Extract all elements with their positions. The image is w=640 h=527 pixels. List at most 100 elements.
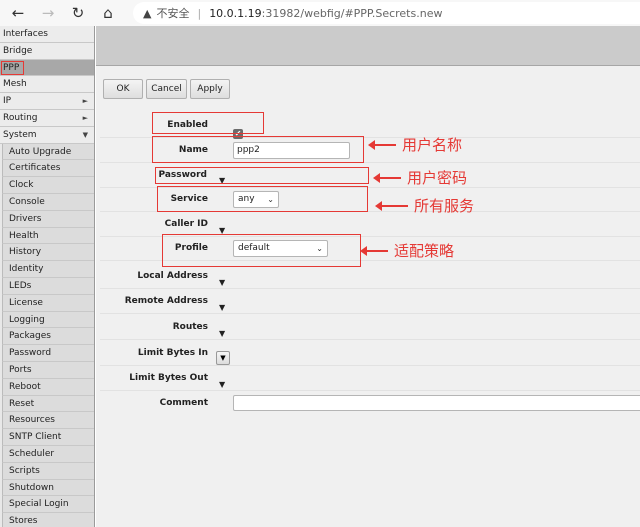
form-toolbar: OK Cancel Apply — [103, 79, 230, 99]
password-toggle-icon[interactable]: ▼ — [219, 176, 225, 185]
caller-id-row: Caller ID ▼ — [100, 212, 640, 237]
insecure-label: 不安全 — [156, 7, 190, 20]
red-arrow-icon — [368, 139, 396, 150]
caller-id-label: Caller ID — [164, 219, 208, 229]
routes-toggle-icon[interactable]: ▼ — [219, 329, 225, 338]
sidebar-item-interfaces[interactable]: Interfaces — [0, 26, 94, 43]
limit-bytes-out-toggle-icon[interactable]: ▼ — [219, 380, 225, 389]
sidebar-subitem-console[interactable]: Console — [2, 193, 94, 211]
forward-button[interactable]: → — [33, 0, 63, 26]
sidebar-menu: Interfaces Bridge PPP Mesh IP ► Routing ► … — [0, 26, 95, 527]
comment-label: Comment — [159, 398, 208, 408]
expand-arrow-icon: ► — [82, 97, 88, 106]
sidebar-subitem-ports[interactable]: Ports — [2, 361, 94, 379]
local-address-toggle-icon[interactable]: ▼ — [219, 278, 225, 287]
profile-label: Profile — [174, 243, 208, 253]
expand-arrow-icon: ► — [82, 113, 88, 122]
service-select[interactable]: any ⌄ — [233, 191, 279, 208]
home-button[interactable]: ⌂ — [93, 0, 123, 26]
comment-input[interactable] — [233, 395, 640, 411]
main-panel: OK Cancel Apply Enabled ✔ Name ppp2 Pass… — [96, 26, 640, 527]
url-path: :31982/webfig/#PPP.Secrets.new — [261, 6, 443, 20]
sidebar-subitem-packages[interactable]: Packages — [2, 328, 94, 346]
routes-row: Routes ▼ — [100, 315, 640, 340]
ok-button[interactable]: OK — [103, 79, 143, 99]
url-host: 10.0.1.19 — [209, 6, 262, 20]
sidebar-item-mesh[interactable]: Mesh — [0, 76, 94, 94]
sidebar-item-bridge[interactable]: Bridge — [0, 42, 94, 60]
cancel-button[interactable]: Cancel — [146, 79, 187, 99]
comment-row: Comment — [100, 391, 640, 416]
sidebar-subitem-shutdown[interactable]: Shutdown — [2, 479, 94, 497]
ppp-highlight-box: PPP — [1, 60, 25, 75]
apply-button[interactable]: Apply — [190, 79, 230, 99]
sidebar-subitem-license[interactable]: License — [2, 294, 94, 312]
limit-bytes-in-label: Limit Bytes In — [137, 348, 208, 358]
sidebar-item-system[interactable]: System ▼ — [0, 126, 94, 144]
sidebar-subitem-scheduler[interactable]: Scheduler — [2, 445, 94, 463]
sidebar-subitem-certificates[interactable]: Certificates — [2, 160, 94, 178]
sidebar-subitem-scripts[interactable]: Scripts — [2, 462, 94, 480]
sidebar-subitem-drivers[interactable]: Drivers — [2, 210, 94, 228]
sidebar-subitem-reset-configuration[interactable]: Reset Configuration — [2, 395, 94, 425]
annotation-profile: 适配策略 — [360, 240, 454, 261]
password-label: Password — [158, 170, 207, 180]
warning-icon: ▲ — [143, 6, 152, 20]
remote-address-label: Remote Address — [124, 296, 208, 306]
limit-bytes-out-label: Limit Bytes Out — [129, 373, 208, 383]
annotation-password: 用户密码 — [373, 167, 467, 188]
local-address-row: Local Address ▼ — [100, 264, 640, 289]
forward-arrow-icon: → — [41, 4, 55, 22]
name-input[interactable]: ppp2 — [233, 142, 350, 159]
sidebar-subitem-stores[interactable]: Stores — [2, 513, 94, 527]
limit-bytes-in-row: Limit Bytes In ▼ — [100, 341, 640, 366]
sidebar-subitem-identity[interactable]: Identity — [2, 261, 94, 278]
sidebar-subitem-health[interactable]: Health — [2, 227, 94, 245]
red-arrow-icon — [375, 200, 408, 211]
enabled-row: Enabled ✔ — [100, 113, 640, 139]
limit-bytes-in-toggle-button[interactable]: ▼ — [216, 351, 230, 365]
sidebar-item-ip[interactable]: IP ► — [0, 93, 94, 110]
service-row: Service any ⌄ — [100, 187, 640, 212]
sidebar-item-ppp[interactable]: PPP — [0, 59, 94, 77]
name-label: Name — [178, 145, 208, 155]
back-button[interactable]: ← — [3, 0, 33, 26]
sidebar-subitem-reboot[interactable]: Reboot — [2, 378, 94, 396]
enabled-label: Enabled — [167, 120, 208, 130]
back-arrow-icon: ← — [11, 4, 25, 22]
limit-bytes-out-row: Limit Bytes Out ▼ — [100, 366, 640, 391]
sidebar-item-routing[interactable]: Routing ► — [0, 109, 94, 127]
red-arrow-icon — [360, 245, 388, 256]
chevron-down-icon: ⌄ — [316, 244, 323, 253]
reload-button[interactable]: ↻ — [63, 0, 93, 26]
annotation-service: 所有服务 — [375, 195, 474, 216]
local-address-label: Local Address — [137, 271, 208, 281]
service-label: Service — [170, 194, 208, 204]
profile-select[interactable]: default ⌄ — [233, 240, 328, 257]
reload-icon: ↻ — [71, 4, 85, 22]
system-submenu: Auto Upgrade Certificates Clock Console Driv… — [0, 143, 94, 527]
collapse-arrow-icon: ▼ — [82, 130, 88, 139]
red-arrow-icon — [373, 172, 401, 183]
sidebar-subitem-leds[interactable]: LEDs — [2, 277, 94, 295]
sidebar-subitem-logging[interactable]: Logging — [2, 311, 94, 329]
routes-label: Routes — [172, 322, 208, 332]
sidebar-subitem-history[interactable]: History — [2, 244, 94, 262]
remote-address-row: Remote Address ▼ — [100, 289, 640, 314]
sidebar-subitem-auto-upgrade[interactable]: Auto Upgrade — [2, 143, 94, 161]
sidebar-subitem-clock[interactable]: Clock — [2, 177, 94, 194]
sidebar-subitem-sntp-client[interactable]: SNTP Client — [2, 429, 94, 446]
home-icon: ⌂ — [103, 4, 113, 22]
address-separator: | — [197, 6, 202, 20]
browser-toolbar: ← → ↻ ⌂ ▲ 不安全 | 10.0.1.19:31982/webfig/#… — [0, 0, 640, 26]
caller-id-toggle-icon[interactable]: ▼ — [219, 226, 225, 235]
sidebar-subitem-special-login[interactable]: Special Login — [2, 496, 94, 514]
header-band — [96, 26, 640, 66]
chevron-down-icon: ⌄ — [267, 195, 274, 204]
sidebar-subitem-resources[interactable]: Resources — [2, 412, 94, 430]
remote-address-toggle-icon[interactable]: ▼ — [219, 303, 225, 312]
sidebar-subitem-password[interactable]: Password — [2, 345, 94, 362]
annotation-name: 用户名称 — [368, 134, 462, 155]
password-row: Password ▼ — [100, 163, 640, 188]
address-bar[interactable]: ▲ 不安全 | 10.0.1.19:31982/webfig/#PPP.Secr… — [133, 2, 640, 24]
